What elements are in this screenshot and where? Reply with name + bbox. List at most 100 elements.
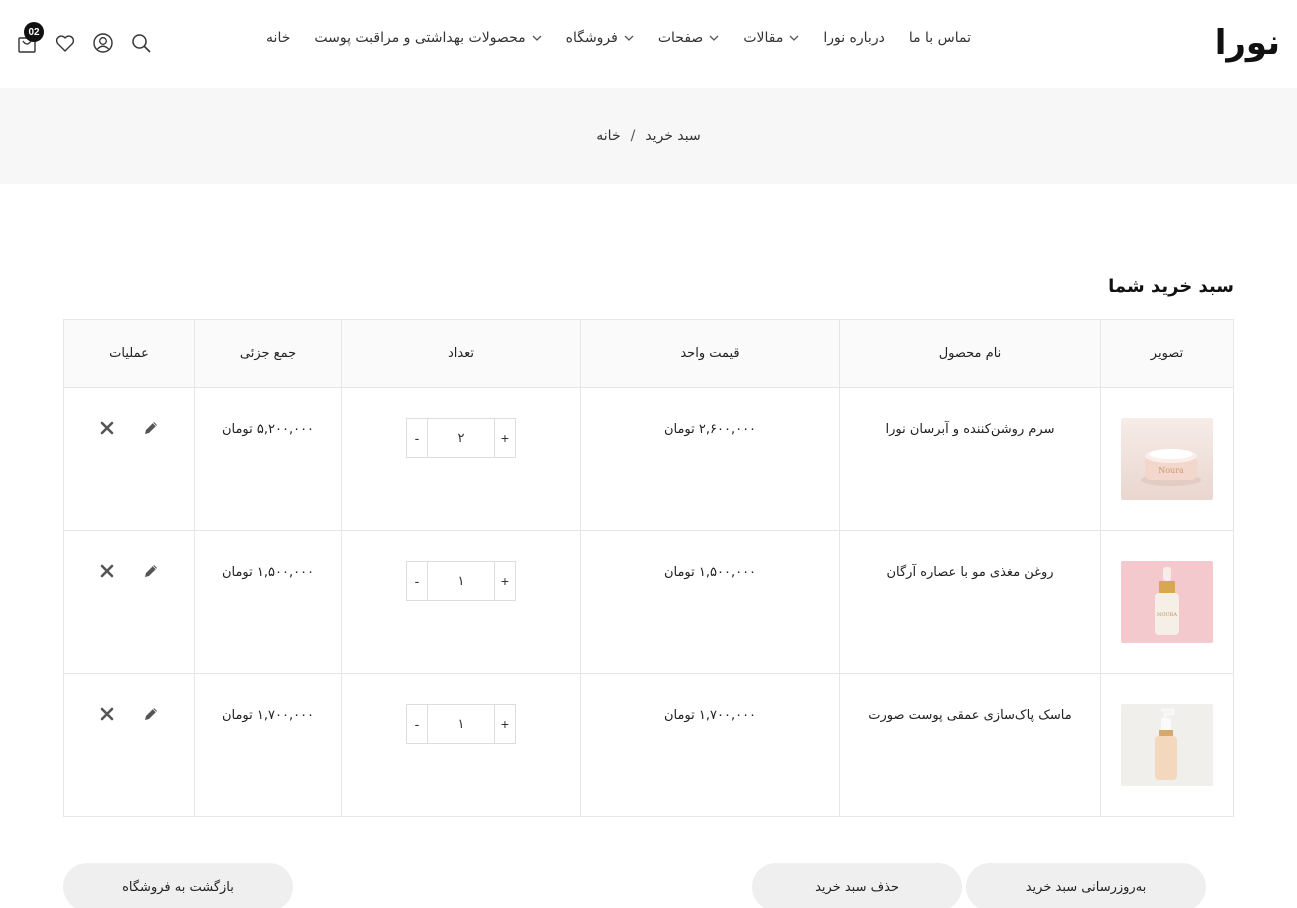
back-to-shop-button[interactable]: بازگشت به فروشگاه bbox=[63, 863, 293, 908]
column-header-price: قیمت واحد bbox=[580, 320, 839, 387]
breadcrumb-home-link[interactable]: خانه bbox=[596, 128, 620, 144]
cart-count-badge: 02 bbox=[24, 22, 44, 42]
nav-item-articles[interactable]: مقالات bbox=[743, 30, 799, 46]
qty-decrease-button[interactable]: - bbox=[407, 562, 427, 600]
image-cell: Noura bbox=[1100, 388, 1233, 530]
table-header: تصویر نام محصول قیمت واحد تعداد جمع جزئی… bbox=[64, 320, 1233, 388]
qty-cell: - ۱ + bbox=[341, 531, 580, 673]
search-button[interactable] bbox=[130, 32, 152, 54]
qty-increase-button[interactable]: + bbox=[495, 419, 515, 457]
qty-input[interactable]: ۱ bbox=[427, 705, 495, 743]
image-cell: NOURA bbox=[1100, 531, 1233, 673]
nav-label: درباره نورا bbox=[823, 30, 885, 46]
nav-item-about[interactable]: درباره نورا bbox=[823, 30, 884, 46]
nav-label: صفحات bbox=[657, 30, 704, 46]
product-name-link[interactable]: سرم روشن‌کننده و آبرسان نورا bbox=[886, 422, 1055, 530]
pencil-edit-icon[interactable] bbox=[143, 563, 159, 579]
name-cell: سرم روشن‌کننده و آبرسان نورا bbox=[839, 388, 1100, 530]
column-header-subtotal: جمع جزئی bbox=[194, 320, 341, 387]
actions-cell bbox=[64, 674, 194, 817]
nav-label: خانه bbox=[266, 30, 291, 46]
qty-cell: - ۱ + bbox=[341, 674, 580, 817]
column-header-qty: تعداد bbox=[341, 320, 580, 387]
svg-text:Noura: Noura bbox=[1158, 466, 1184, 475]
site-logo[interactable]: نورا bbox=[1215, 26, 1280, 60]
breadcrumb-band: خانه / سبد خرید bbox=[0, 88, 1297, 184]
table-row: NOURA روغن مغذی مو با عصاره آرگان ۱,۵۰۰,… bbox=[64, 531, 1233, 674]
quantity-stepper: - ۱ + bbox=[406, 704, 516, 744]
actions-cell bbox=[64, 388, 194, 530]
column-header-name: نام محصول bbox=[839, 320, 1100, 387]
column-header-actions: عملیات bbox=[109, 346, 149, 361]
cream-jar-image: Noura bbox=[1121, 418, 1213, 500]
line-subtotal: ۱,۵۰۰,۰۰۰ تومان bbox=[221, 565, 315, 580]
nav-item-contact[interactable]: تماس با ما bbox=[909, 30, 971, 46]
chevron-down-icon bbox=[532, 35, 542, 41]
pump-bottle-image bbox=[1121, 704, 1213, 786]
breadcrumb: خانه / سبد خرید bbox=[596, 128, 700, 144]
qty-increase-button[interactable]: + bbox=[495, 705, 515, 743]
nav-item-shop[interactable]: فروشگاه bbox=[566, 30, 634, 46]
subtotal-cell: ۱,۷۰۰,۰۰۰ تومان bbox=[194, 674, 341, 817]
chevron-down-icon bbox=[624, 35, 634, 41]
column-header-image: تصویر bbox=[1100, 320, 1233, 387]
qty-input[interactable]: ۲ bbox=[427, 419, 495, 457]
unit-price: ۲,۶۰۰,۰۰۰ تومان bbox=[663, 422, 757, 437]
qty-decrease-button[interactable]: - bbox=[407, 419, 427, 457]
nav-label: تماس با ما bbox=[908, 30, 971, 46]
heart-icon bbox=[55, 35, 75, 52]
nav-item-home[interactable]: خانه bbox=[266, 30, 290, 46]
cart-button[interactable]: 02 bbox=[16, 22, 44, 54]
breadcrumb-separator: / bbox=[630, 128, 636, 144]
line-subtotal: ۵,۲۰۰,۰۰۰ تومان bbox=[221, 422, 315, 437]
header-actions: 02 bbox=[16, 22, 152, 54]
unit-price: ۱,۷۰۰,۰۰۰ تومان bbox=[663, 708, 757, 723]
row-actions bbox=[99, 706, 159, 817]
nav-label: محصولات بهداشتی و مراقبت پوست bbox=[314, 30, 526, 46]
chevron-down-icon bbox=[789, 35, 799, 41]
remove-x-icon[interactable] bbox=[99, 420, 115, 436]
remove-x-icon[interactable] bbox=[99, 706, 115, 722]
pencil-edit-icon[interactable] bbox=[143, 420, 159, 436]
svg-text:NOURA: NOURA bbox=[1157, 612, 1177, 618]
quantity-stepper: - ۱ + bbox=[406, 561, 516, 601]
product-thumbnail[interactable]: NOURA bbox=[1121, 561, 1213, 643]
subtotal-cell: ۵,۲۰۰,۰۰۰ تومان bbox=[194, 388, 341, 530]
line-subtotal: ۱,۷۰۰,۰۰۰ تومان bbox=[221, 708, 315, 723]
table-row: ماسک پاک‌سازی عمقی پوست صورت ۱,۷۰۰,۰۰۰ ت… bbox=[64, 674, 1233, 817]
nav-label: فروشگاه bbox=[565, 30, 618, 46]
nav-item-skincare[interactable]: محصولات بهداشتی و مراقبت پوست bbox=[314, 30, 542, 46]
cart-table: تصویر نام محصول قیمت واحد تعداد جمع جزئی… bbox=[63, 319, 1234, 817]
main-nav: خانه محصولات بهداشتی و مراقبت پوست فروشگ… bbox=[266, 30, 971, 46]
qty-increase-button[interactable]: + bbox=[495, 562, 515, 600]
account-button[interactable] bbox=[92, 32, 114, 54]
price-cell: ۲,۶۰۰,۰۰۰ تومان bbox=[580, 388, 839, 530]
remove-x-icon[interactable] bbox=[99, 563, 115, 579]
row-actions bbox=[99, 420, 159, 530]
qty-input[interactable]: ۱ bbox=[427, 562, 495, 600]
name-cell: ماسک پاک‌سازی عمقی پوست صورت bbox=[839, 674, 1100, 817]
price-cell: ۱,۵۰۰,۰۰۰ تومان bbox=[580, 531, 839, 673]
image-cell bbox=[1100, 674, 1233, 817]
user-icon bbox=[93, 33, 113, 53]
actions-cell bbox=[64, 531, 194, 673]
price-cell: ۱,۷۰۰,۰۰۰ تومان bbox=[580, 674, 839, 817]
product-thumbnail[interactable]: Noura bbox=[1121, 418, 1213, 500]
wishlist-button[interactable] bbox=[54, 32, 76, 54]
subtotal-cell: ۱,۵۰۰,۰۰۰ تومان bbox=[194, 531, 341, 673]
chevron-down-icon bbox=[709, 35, 719, 41]
product-name-link[interactable]: ماسک پاک‌سازی عمقی پوست صورت bbox=[868, 708, 1071, 817]
product-name-link[interactable]: روغن مغذی مو با عصاره آرگان bbox=[886, 565, 1053, 673]
name-cell: روغن مغذی مو با عصاره آرگان bbox=[839, 531, 1100, 673]
product-thumbnail[interactable] bbox=[1121, 704, 1213, 786]
row-actions bbox=[99, 563, 159, 673]
update-cart-button[interactable]: به‌روزرسانی سبد خرید bbox=[966, 863, 1206, 908]
site-header: نورا خانه محصولات بهداشتی و مراقبت پوست … bbox=[0, 0, 1297, 88]
nav-label: مقالات bbox=[743, 30, 784, 46]
pencil-edit-icon[interactable] bbox=[143, 706, 159, 722]
quantity-stepper: - ۲ + bbox=[406, 418, 516, 458]
clear-cart-button[interactable]: حذف سبد خرید bbox=[752, 863, 962, 908]
qty-decrease-button[interactable]: - bbox=[407, 705, 427, 743]
cart-title: سبد خرید شما bbox=[1108, 276, 1234, 297]
nav-item-pages[interactable]: صفحات bbox=[658, 30, 719, 46]
